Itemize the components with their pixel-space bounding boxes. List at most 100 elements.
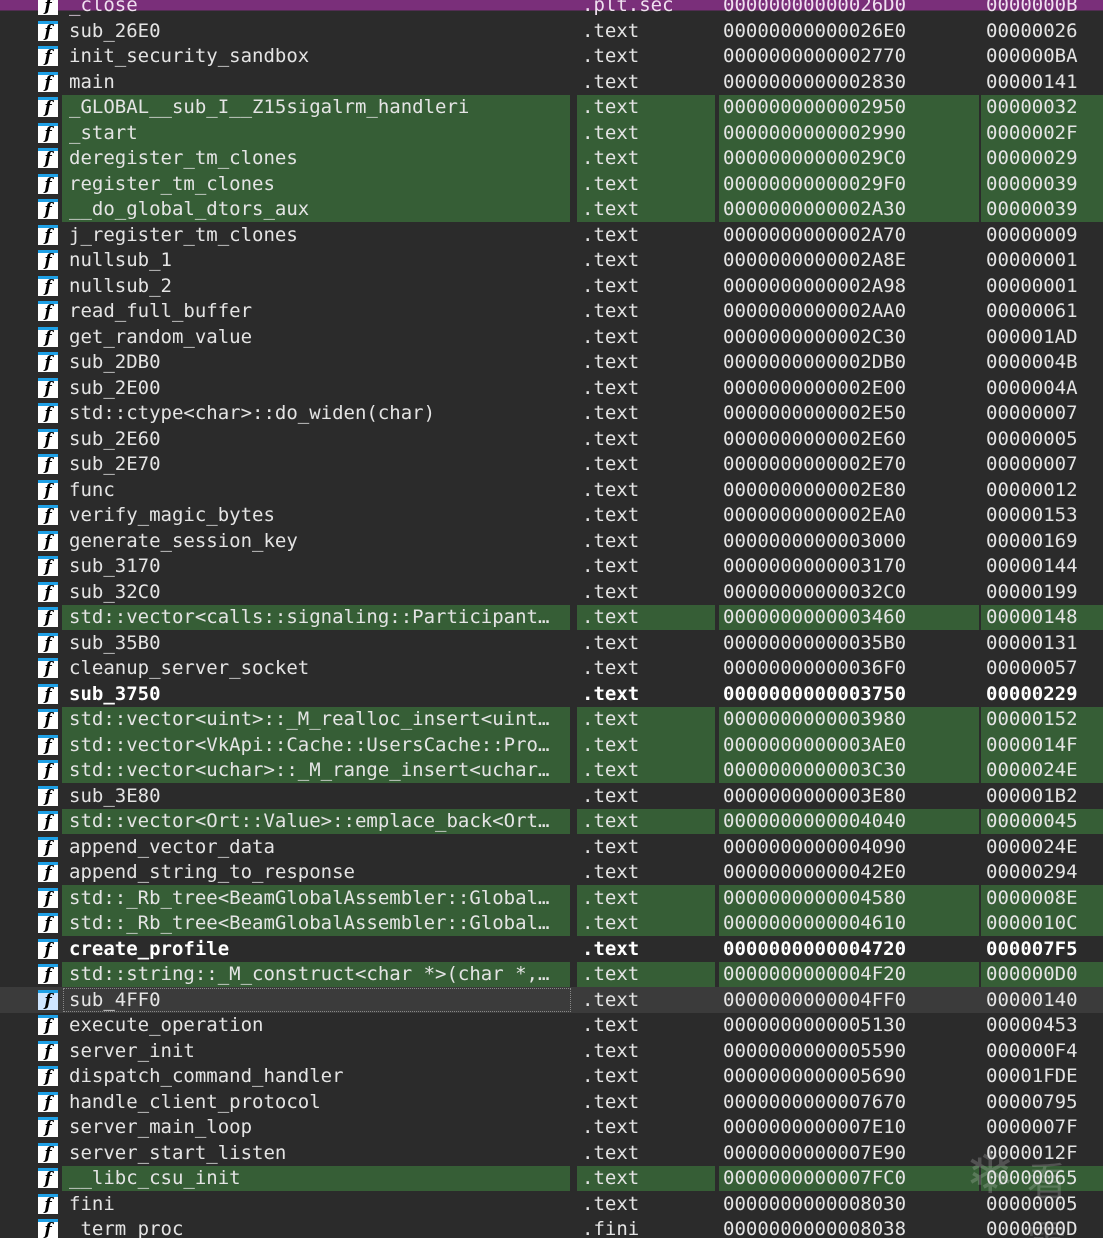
table-row[interactable]: f std::vector<Ort::Value>::emplace_back<O… [0,808,1103,834]
table-row[interactable]: f read_full_buffer .text 0000000000002AA0 00… [0,299,1103,325]
table-row[interactable]: f init_security_sandbox .text 0000000000002… [0,44,1103,70]
start-address: 00000000000029F0 [719,171,981,197]
function-length: 000007F5 [986,937,1078,960]
table-row[interactable]: f sub_2E00 .text 0000000000002E00 0000004A [0,375,1103,401]
start-address: 0000000000002AA0 [723,300,907,323]
table-row[interactable]: f std::ctype<char>::do_widen(char) .text 00… [0,401,1103,427]
table-row[interactable]: f server_start_listen .text 0000000000007E9… [0,1140,1103,1166]
function-name: sub_32C0 [69,580,161,603]
function-length: 00000039 [981,171,1103,197]
table-row[interactable]: f verify_magic_bytes .text 0000000000002EA0… [0,503,1103,529]
function-length: 000000BA [986,45,1078,68]
table-row[interactable]: f sub_26E0 .text 00000000000026E0 00000026 [0,18,1103,44]
segment-name: .text [582,45,640,68]
table-row[interactable]: f std::string::_M_construct<char *>(char … [0,961,1103,987]
table-row[interactable]: f cleanup_server_socket .text 0000000000003… [0,656,1103,682]
function-icon: f [36,426,60,452]
table-row[interactable]: f _GLOBAL__sub_I__Z15sigalrm_handleri .tex… [0,94,1103,120]
start-address: 0000000000002830 [723,70,907,93]
table-row[interactable]: f func .text 0000000000002E80 00000012 [0,477,1103,503]
table-row[interactable]: f std::vector<uint>::_M_realloc_insert<ui… [0,706,1103,732]
segment-name: .text [582,223,640,246]
function-icon: f [36,1038,60,1064]
table-row[interactable]: f __libc_csu_init .text 0000000000007FC0 000… [0,1165,1103,1192]
table-row[interactable]: f generate_session_key .text 00000000000030… [0,528,1103,554]
table-row[interactable]: f std::_Rb_tree<BeamGlobalAssembler::Glob… [0,910,1103,936]
segment-name: .text [582,555,640,578]
function-name: std::vector<uint>::_M_realloc_insert<uin… [62,706,572,732]
function-length: 00000039 [981,196,1103,222]
table-row[interactable]: f sub_2E60 .text 0000000000002E60 00000005 [0,426,1103,452]
function-icon: f [36,1166,60,1192]
table-row[interactable]: f sub_2DB0 .text 0000000000002DB0 0000004B [0,350,1103,376]
function-name: server_main_loop [69,1116,253,1139]
table-row[interactable]: f _start .text 0000000000002990 0000002F [0,120,1103,146]
segment-name: .text [577,808,717,834]
segment-name: .text [582,478,640,501]
start-address: 0000000000002E60 [723,427,907,450]
table-row[interactable]: f nullsub_2 .text 0000000000002A98 00000001 [0,273,1103,299]
functions-table[interactable]: f _close .plt.sec 00000000000026D0 00000… [0,0,1103,1238]
function-length: 00000065 [981,1165,1103,1191]
function-length: 0000004B [986,351,1078,374]
segment-name: .text [577,885,717,911]
function-icon: f [36,860,60,886]
table-row[interactable]: f sub_4FF0 .text 0000000000004FF0 00000140 [0,987,1103,1013]
function-length: 00000144 [986,555,1078,578]
function-icon: f [36,834,60,860]
start-address: 0000000000002A98 [723,274,907,297]
table-row[interactable]: f append_vector_data .text 0000000000004090… [0,834,1103,860]
function-length: 00000005 [986,427,1078,450]
table-row[interactable]: f sub_32C0 .text 00000000000032C0 00000199 [0,579,1103,605]
function-icon: f [36,375,60,401]
table-row[interactable]: f dispatch_command_handler .text 0000000000… [0,1064,1103,1090]
table-row[interactable]: f execute_operation .text 0000000000005130 0… [0,1013,1103,1039]
function-name: nullsub_2 [69,274,172,297]
start-address: 0000000000002E00 [723,376,907,399]
start-address: 0000000000003000 [723,529,907,552]
table-row[interactable]: f sub_2E70 .text 0000000000002E70 00000007 [0,452,1103,478]
table-row[interactable]: f sub_3170 .text 0000000000003170 00000144 [0,554,1103,580]
start-address: 0000000000007670 [723,1090,907,1113]
table-row[interactable]: f sub_3750 .text 0000000000003750 00000229 [0,681,1103,707]
table-row[interactable]: f _close .plt.sec 00000000000026D0 00000… [0,0,1103,18]
table-row[interactable]: f sub_3E80 .text 0000000000003E80 000001B2 [0,783,1103,809]
function-length: 00000001 [986,249,1078,272]
start-address: 0000000000007E90 [723,1141,907,1164]
start-address: 0000000000004F20 [719,961,981,987]
table-row[interactable]: f main .text 0000000000002830 00000141 [0,69,1103,95]
function-length: 00000001 [986,274,1078,297]
function-name: nullsub_1 [69,249,172,272]
table-row[interactable]: f server_init .text 0000000000005590 000000F… [0,1038,1103,1064]
table-row[interactable]: f append_string_to_response .text 000000000… [0,860,1103,886]
table-row[interactable]: f __do_global_dtors_aux .text 0000000000002… [0,196,1103,222]
function-length: 00000061 [986,300,1078,323]
function-icon: f [36,477,60,503]
table-row[interactable]: f register_tm_clones .text 00000000000029F0… [0,171,1103,197]
segment-name: .text [582,19,640,42]
table-row[interactable]: f sub_35B0 .text 00000000000035B0 00000131 [0,630,1103,656]
table-row[interactable]: f fini .text 0000000000008030 00000005 [0,1191,1103,1217]
table-row[interactable]: f std::vector<uchar>::_M_range_insert<uch… [0,757,1103,783]
table-row[interactable]: f nullsub_1 .text 0000000000002A8E 00000001 [0,248,1103,274]
table-row[interactable]: f _term_proc .fini 0000000000008038 0000000D [0,1217,1103,1238]
function-length: 000000F4 [986,1039,1078,1062]
table-row[interactable]: f j_register_tm_clones .text 0000000000002A… [0,222,1103,248]
start-address: 0000000000003E80 [723,784,907,807]
table-row[interactable]: f std::vector<calls::signaling::Participa… [0,604,1103,630]
function-length: 00000795 [986,1090,1078,1113]
table-row[interactable]: f deregister_tm_clones .text 00000000000029… [0,145,1103,171]
function-name: get_random_value [69,325,253,348]
table-row[interactable]: f handle_client_protocol .text 000000000000… [0,1089,1103,1115]
segment-name: .text [577,171,717,197]
start-address: 0000000000002990 [719,120,981,146]
table-row[interactable]: f server_main_loop .text 0000000000007E10 00… [0,1115,1103,1141]
function-name: register_tm_clones [62,171,572,197]
table-row[interactable]: f create_profile .text 0000000000004720 0000… [0,936,1103,962]
start-address: 0000000000004040 [719,808,981,834]
function-icon: f [36,0,60,18]
function-icon: f [36,44,60,70]
table-row[interactable]: f std::vector<VkApi::Cache::UsersCache::P… [0,732,1103,758]
table-row[interactable]: f get_random_value .text 0000000000002C30 00… [0,324,1103,350]
table-row[interactable]: f std::_Rb_tree<BeamGlobalAssembler::Glob… [0,885,1103,911]
